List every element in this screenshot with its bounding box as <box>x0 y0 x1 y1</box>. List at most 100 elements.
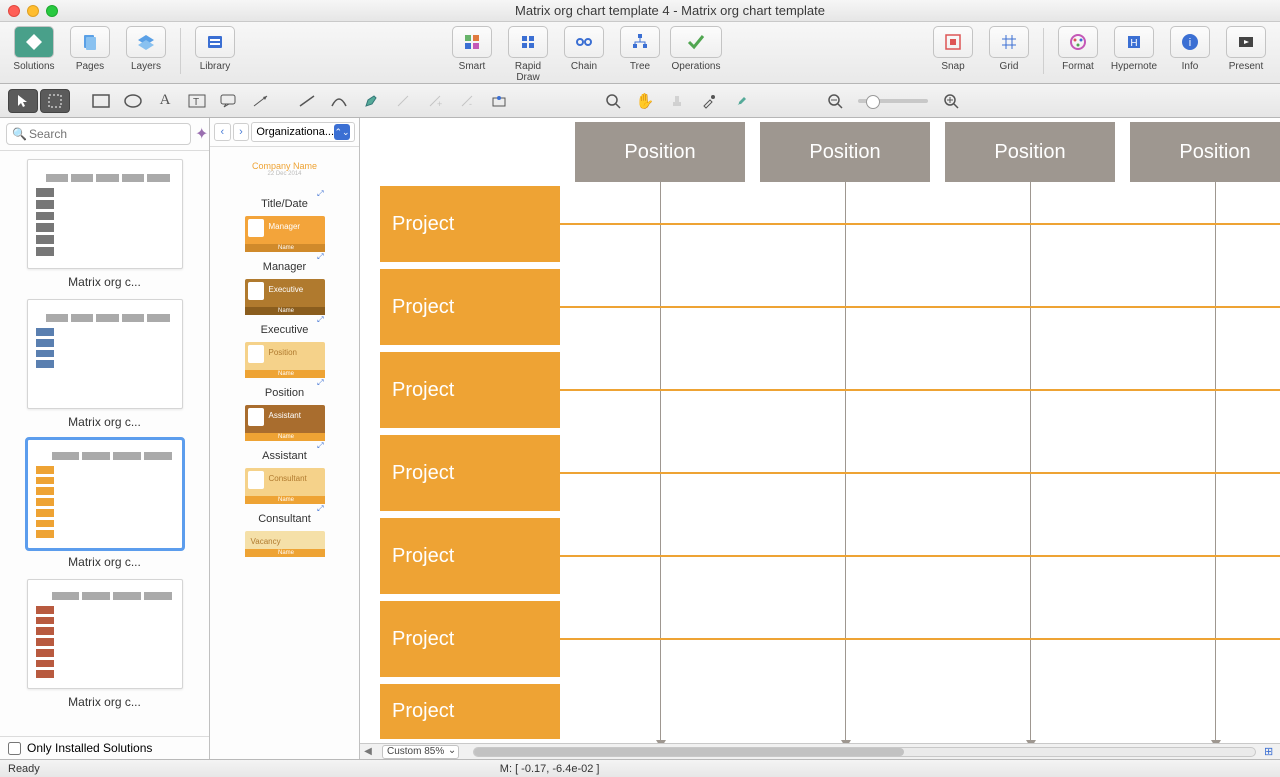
position-header[interactable]: Position <box>760 122 930 182</box>
connector-line <box>1030 182 1031 742</box>
svg-text:-: - <box>469 99 472 109</box>
canvas-area: Position Position Position Position Proj… <box>360 118 1280 759</box>
library-shape-executive[interactable]: ExecutiveName⤢ Executive <box>214 279 355 336</box>
ellipse-tool[interactable] <box>118 89 148 113</box>
pen-tool[interactable] <box>356 89 386 113</box>
zoom-slider[interactable] <box>858 99 928 103</box>
operations-button[interactable]: Operations <box>670 26 722 83</box>
hypernote-button[interactable]: HHypernote <box>1108 26 1160 72</box>
zoom-out-button[interactable] <box>820 89 850 113</box>
smart-button[interactable]: Smart <box>446 26 498 83</box>
callout-tool[interactable] <box>214 89 244 113</box>
zoom-select[interactable]: Custom 85% <box>382 745 459 759</box>
main-toolbar: Solutions Pages Layers Library Smart Rap… <box>0 22 1280 84</box>
format-button[interactable]: Format <box>1052 26 1104 72</box>
project-row[interactable]: Project <box>380 186 560 262</box>
only-installed-row: Only Installed Solutions <box>0 736 209 759</box>
connector-line <box>560 223 1280 225</box>
solution-item[interactable]: Matrix org c... <box>6 159 203 289</box>
connector-line <box>560 389 1280 391</box>
delete-point-tool[interactable]: - <box>452 89 482 113</box>
page-nav-left-icon[interactable]: ◀ <box>360 746 376 757</box>
text-tool[interactable]: A <box>150 89 180 113</box>
library-button[interactable]: Library <box>189 26 241 72</box>
library-header: ‹ › Organizationa... ⌃⌄ <box>210 118 359 147</box>
zoom-tool[interactable] <box>598 89 628 113</box>
status-ready: Ready <box>8 763 40 775</box>
solution-item[interactable]: Matrix org c... <box>6 299 203 429</box>
status-mouse: M: [ -0.17, -6.4e-02 ] <box>500 763 600 775</box>
library-forward-button[interactable]: › <box>233 123 250 141</box>
project-row[interactable]: Project <box>380 269 560 345</box>
search-bar: 🔍 ✦ <box>0 118 209 151</box>
grid-button[interactable]: Grid <box>983 26 1035 72</box>
project-row[interactable]: Project <box>380 352 560 428</box>
hand-tool[interactable]: ✋ <box>630 89 660 113</box>
canvas[interactable]: Position Position Position Position Proj… <box>360 118 1280 743</box>
window-title: Matrix org chart template 4 - Matrix org… <box>68 3 1272 18</box>
project-row[interactable]: Project <box>380 518 560 594</box>
pointer-tool[interactable] <box>8 89 38 113</box>
connection-point-tool[interactable] <box>484 89 514 113</box>
rectangle-tool[interactable] <box>86 89 116 113</box>
svg-text:H: H <box>1130 38 1137 49</box>
solutions-button[interactable]: Solutions <box>8 26 60 72</box>
add-point-tool[interactable]: + <box>420 89 450 113</box>
fit-icon[interactable]: ⊞ <box>1264 745 1280 758</box>
close-window-button[interactable] <box>8 5 20 17</box>
connector-line <box>845 182 846 742</box>
text-select-tool[interactable] <box>40 89 70 113</box>
layers-button[interactable]: Layers <box>120 26 172 72</box>
horizontal-scrollbar[interactable] <box>473 747 1256 757</box>
project-row[interactable]: Project <box>380 684 560 739</box>
solutions-list[interactable]: Matrix org c... Matrix org c... Matrix o… <box>0 151 209 736</box>
line-tool[interactable] <box>292 89 322 113</box>
chevron-down-icon: ⌃⌄ <box>334 124 350 140</box>
drawing-toolbar: A T + - ✋ <box>0 84 1280 118</box>
curve-tool[interactable] <box>324 89 354 113</box>
canvas-footer: ◀ Custom 85% ⊞ <box>360 743 1280 759</box>
pages-button[interactable]: Pages <box>64 26 116 72</box>
solution-item[interactable]: Matrix org c... <box>6 439 203 569</box>
library-selector[interactable]: Organizationa... ⌃⌄ <box>251 122 355 142</box>
position-header[interactable]: Position <box>1130 122 1280 182</box>
library-shape-manager[interactable]: ManagerName⤢ Manager <box>214 216 355 273</box>
only-installed-checkbox[interactable] <box>8 742 21 755</box>
project-row[interactable]: Project <box>380 435 560 511</box>
brush-tool[interactable] <box>726 89 756 113</box>
solution-item[interactable]: Matrix org c... <box>6 579 203 709</box>
library-shape-consultant[interactable]: ConsultantName⤢ Consultant <box>214 468 355 525</box>
position-header[interactable]: Position <box>575 122 745 182</box>
connector-line <box>560 306 1280 308</box>
rapid-draw-button[interactable]: Rapid Draw <box>502 26 554 83</box>
library-shape-title[interactable]: Company Name22 Dec 2014⤢ Title/Date <box>214 153 355 210</box>
library-back-button[interactable]: ‹ <box>214 123 231 141</box>
svg-text:+: + <box>437 99 442 109</box>
position-header[interactable]: Position <box>945 122 1115 182</box>
stamp-tool[interactable] <box>662 89 692 113</box>
minimize-window-button[interactable] <box>27 5 39 17</box>
connector-line <box>1215 182 1216 742</box>
tree-button[interactable]: Tree <box>614 26 666 83</box>
zoom-window-button[interactable] <box>46 5 58 17</box>
chain-button[interactable]: Chain <box>558 26 610 83</box>
library-shape-position[interactable]: PositionName⤢ Position <box>214 342 355 399</box>
library-panel: ‹ › Organizationa... ⌃⌄ Company Name22 D… <box>210 118 360 759</box>
status-bar: Ready M: [ -0.17, -6.4e-02 ] <box>0 759 1280 777</box>
library-shape-vacancy[interactable]: VacancyName <box>214 531 355 573</box>
snap-button[interactable]: Snap <box>927 26 979 72</box>
project-row[interactable]: Project <box>380 601 560 677</box>
present-button[interactable]: Present <box>1220 26 1272 72</box>
library-list[interactable]: Company Name22 Dec 2014⤢ Title/Date Mana… <box>210 147 359 759</box>
info-button[interactable]: iInfo <box>1164 26 1216 72</box>
connector-line <box>560 638 1280 640</box>
arrow-tool[interactable] <box>246 89 276 113</box>
edit-point-tool[interactable] <box>388 89 418 113</box>
settings-icon[interactable]: ✦ <box>195 124 208 144</box>
eyedropper-tool[interactable] <box>694 89 724 113</box>
search-input[interactable] <box>6 123 191 145</box>
library-shape-assistant[interactable]: AssistantName⤢ Assistant <box>214 405 355 462</box>
textbox-tool[interactable]: T <box>182 89 212 113</box>
zoom-in-button[interactable] <box>936 89 966 113</box>
svg-text:i: i <box>1189 37 1191 49</box>
